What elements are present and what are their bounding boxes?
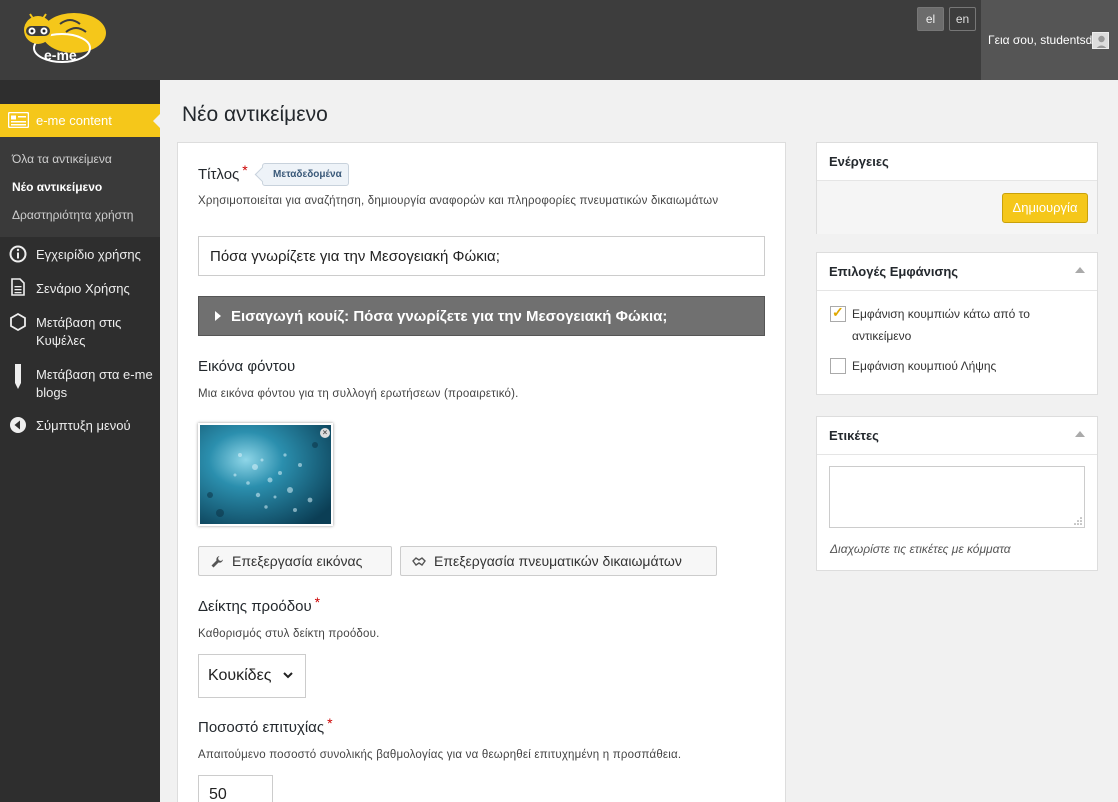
display-options-title: Επιλογές Εμφάνισης	[829, 264, 959, 279]
chevron-down-icon	[283, 672, 293, 679]
sidebar-item-e-me-content[interactable]: e-me content	[0, 104, 161, 137]
page-title: Νέο αντικείμενο	[182, 103, 328, 126]
quiz-intro-label: Εισαγωγή κουίζ: Πόσα γνωρίζετε για την Μ…	[231, 308, 668, 325]
submenu-all-items[interactable]: Όλα τα αντικείμενα	[12, 152, 112, 166]
active-indicator	[153, 113, 161, 129]
progress-indicator-value: Κουκίδες	[208, 667, 272, 684]
background-image-thumbnail[interactable]	[198, 423, 333, 526]
sidebar-item-collapse[interactable]: Σύμπτυξη μενού	[0, 415, 160, 439]
progress-indicator-select[interactable]: Κουκίδες	[198, 654, 306, 698]
info-icon	[9, 245, 27, 263]
show-download-label[interactable]: Εμφάνιση κουμπιού Λήψης	[852, 355, 1082, 377]
pass-percentage-input[interactable]: 50	[198, 775, 273, 802]
actions-panel: Ενέργειες Δημιουργία	[816, 142, 1098, 234]
actions-panel-title: Ενέργειες	[829, 154, 889, 169]
submenu-user-activity[interactable]: Δραστηριότητα χρήστη	[12, 208, 133, 222]
tags-hint: Διαχωρίστε τις ετικέτες με κόμματα	[830, 542, 1011, 556]
title-input[interactable]	[198, 236, 765, 276]
tags-panel: Ετικέτες Διαχωρίστε τις ετικέτες με κόμμ…	[816, 416, 1098, 571]
sidebar-item-scenario[interactable]: Σενάριο Χρήσης	[0, 277, 160, 301]
expand-arrow-icon	[215, 311, 221, 321]
sidebar-item-label: Εγχειρίδιο χρήσης	[36, 247, 141, 262]
hexagon-icon	[10, 313, 26, 331]
sidebar-submenu: Όλα τα αντικείμενα Νέο αντικείμενο Δραστ…	[0, 137, 160, 237]
user-icon	[1093, 33, 1108, 48]
create-button[interactable]: Δημιουργία	[1002, 193, 1088, 223]
svg-text:e-me: e-me	[44, 47, 77, 63]
divider	[817, 454, 1097, 455]
divider	[817, 290, 1097, 291]
sidebar-item-label: Σύμπτυξη μενού	[36, 418, 131, 433]
avatar[interactable]	[1092, 32, 1109, 49]
title-description: Χρησιμοποιείται για αναζήτηση, δημιουργί…	[198, 195, 719, 207]
sidebar-item-label: Σενάριο Χρήσης	[36, 281, 130, 296]
edit-image-button[interactable]: Επεξεργασία εικόνας	[198, 546, 392, 576]
show-download-checkbox[interactable]	[830, 358, 846, 374]
actions-panel-body: Δημιουργία	[817, 180, 1097, 234]
background-image-label: Εικόνα φόντου	[198, 358, 296, 375]
top-bar: e-me el en Γεια σου, studentsd	[0, 0, 1118, 80]
document-icon	[11, 278, 25, 296]
resize-grip-icon[interactable]	[1074, 517, 1082, 525]
show-buttons-label[interactable]: Εμφάνιση κουμπιών κάτω από το αντικείμεν…	[852, 303, 1082, 347]
progress-indicator-label: Δείκτης προόδου *	[198, 594, 321, 615]
quiz-intro-section[interactable]: Εισαγωγή κουίζ: Πόσα γνωρίζετε για την Μ…	[198, 296, 765, 336]
show-buttons-checkbox[interactable]: ✓	[830, 304, 846, 322]
background-image-description: Μια εικόνα φόντου για τη συλλογή ερωτήσε…	[198, 388, 519, 400]
user-menu[interactable]: Γεια σου, studentsd	[981, 0, 1118, 80]
remove-image-icon[interactable]: ×	[320, 428, 330, 438]
pass-percentage-label: Ποσοστό επιτυχίας *	[198, 715, 333, 736]
wrench-icon	[211, 556, 223, 568]
sidebar-item-label: e-me content	[36, 113, 112, 128]
title-field-label: Τίτλος *	[198, 162, 248, 183]
sidebar-item-blogs[interactable]: Μετάβαση στα e-me blogs	[0, 364, 160, 404]
progress-indicator-description: Καθορισμός στυλ δείκτη προόδου.	[198, 628, 380, 640]
panel-toggle-icon[interactable]	[1075, 431, 1085, 437]
e-me-logo[interactable]: e-me	[14, 8, 110, 70]
required-marker: *	[242, 162, 248, 178]
pass-percentage-description: Απαιτούμενο ποσοστό συνολικής βαθμολογία…	[198, 749, 682, 761]
collapse-icon	[10, 417, 26, 433]
handshake-icon	[412, 557, 426, 566]
required-marker: *	[327, 715, 333, 731]
sidebar-item-hives[interactable]: Μετάβαση στις Κυψέλες	[0, 312, 160, 352]
sidebar-item-manual[interactable]: Εγχειρίδιο χρήσης	[0, 243, 160, 267]
submenu-new-item[interactable]: Νέο αντικείμενο	[12, 180, 102, 194]
pencil-icon	[15, 364, 21, 389]
sidebar-item-label: Μετάβαση στα e-me blogs	[36, 367, 153, 400]
lang-en-button[interactable]: en	[949, 7, 976, 31]
edit-image-label: Επεξεργασία εικόνας	[232, 553, 363, 569]
content-list-icon	[8, 112, 29, 128]
user-greeting[interactable]: Γεια σου, studentsd	[988, 33, 1092, 47]
sidebar-item-label: Μετάβαση στις Κυψέλες	[36, 315, 122, 348]
tags-textarea[interactable]	[829, 466, 1085, 528]
underwater-bubbles-image	[200, 425, 331, 524]
panel-toggle-icon[interactable]	[1075, 267, 1085, 273]
required-marker: *	[314, 594, 321, 610]
display-options-panel: Επιλογές Εμφάνισης ✓ Εμφάνιση κουμπιών κ…	[816, 252, 1098, 395]
edit-copyright-label: Επεξεργασία πνευματικών δικαιωμάτων	[434, 553, 682, 569]
checkmark-icon: ✓	[832, 304, 844, 320]
sidebar: e-me content Όλα τα αντικείμενα Νέο αντι…	[0, 80, 161, 802]
lang-el-button[interactable]: el	[917, 7, 944, 31]
metadata-button[interactable]: Μεταδεδομένα	[262, 163, 349, 186]
edit-copyright-button[interactable]: Επεξεργασία πνευματικών δικαιωμάτων	[400, 546, 717, 576]
tags-panel-title: Ετικέτες	[829, 428, 879, 443]
